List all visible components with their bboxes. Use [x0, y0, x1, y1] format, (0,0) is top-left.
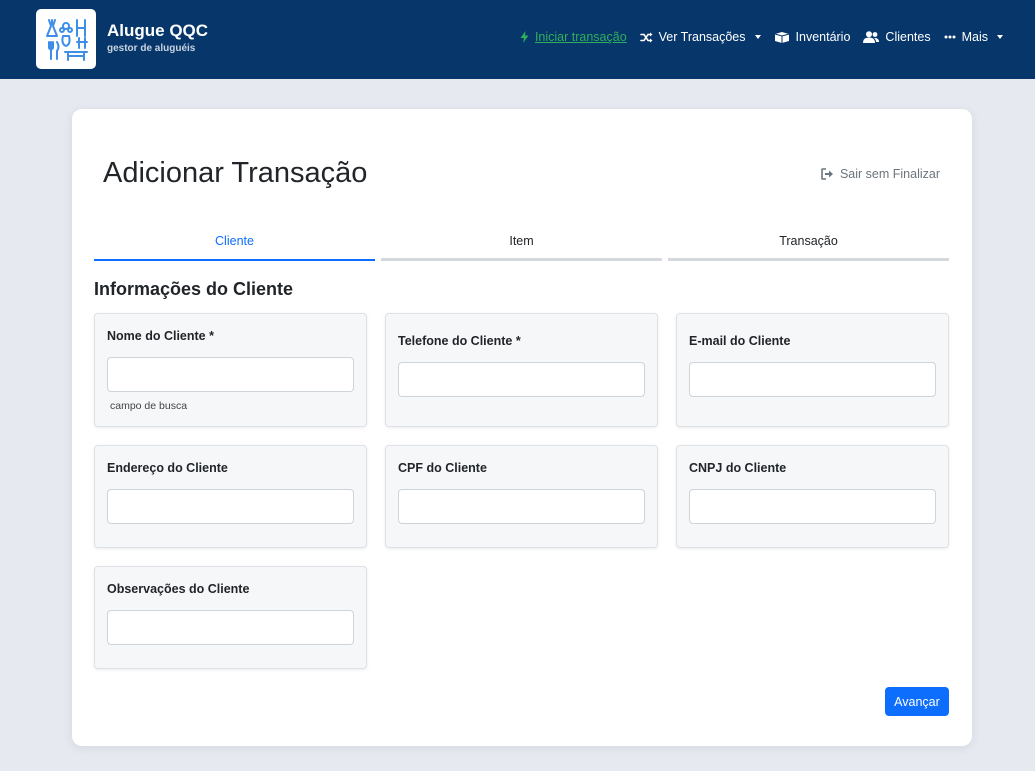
client-email-input[interactable]: [689, 362, 936, 397]
nav-label: Clientes: [885, 30, 931, 44]
boxes-icon: [774, 31, 789, 43]
page-title: Adicionar Transação: [103, 157, 368, 189]
field-help-text: campo de busca: [110, 400, 188, 412]
chevron-down-icon: [997, 35, 1003, 39]
client-phone-input[interactable]: [398, 362, 645, 397]
field-label: Observações do Cliente: [107, 582, 250, 596]
app-title[interactable]: Alugue QQC: [107, 21, 208, 41]
field-label: Endereço do Cliente: [107, 461, 228, 475]
field-card-observacoes: Observações do Cliente: [94, 566, 367, 669]
top-navbar: Alugue QQC gestor de aluguéis Iniciar tr…: [0, 0, 1035, 79]
nav-inventario[interactable]: Inventário: [774, 30, 851, 44]
field-card-cnpj: CNPJ do Cliente: [676, 445, 949, 548]
transaction-card: Adicionar Transação Sair sem Finalizar C…: [72, 109, 972, 746]
field-label: Nome do Cliente *: [107, 329, 214, 343]
field-card-email: E-mail do Cliente: [676, 313, 949, 427]
field-label: CNPJ do Cliente: [689, 461, 787, 475]
exit-without-finishing-link[interactable]: Sair sem Finalizar: [821, 167, 940, 181]
step-tabs: Cliente Item Transação: [94, 231, 949, 261]
chevron-down-icon: [754, 35, 761, 39]
client-cnpj-input[interactable]: [689, 489, 936, 524]
exit-label: Sair sem Finalizar: [839, 167, 940, 181]
tab-transacao[interactable]: Transação: [668, 231, 949, 261]
nav-mais[interactable]: Mais: [944, 30, 1003, 44]
nav-label: Mais: [961, 30, 988, 44]
nav-label: Ver Transações: [658, 30, 746, 44]
ellipsis-icon: [944, 35, 956, 39]
nav-clientes[interactable]: Clientes: [863, 30, 931, 44]
client-name-input[interactable]: [107, 357, 354, 392]
nav-label: Iniciar transação: [534, 30, 627, 44]
tab-item[interactable]: Item: [381, 231, 662, 261]
app-logo[interactable]: [36, 9, 96, 69]
shuffle-icon: [639, 32, 653, 42]
users-icon: [863, 31, 880, 43]
field-label: Telefone do Cliente *: [398, 334, 521, 348]
main-nav: Iniciar transação Ver Transações Inventá…: [520, 30, 1003, 44]
sign-out-icon: [821, 168, 833, 180]
field-card-endereco: Endereço do Cliente: [94, 445, 367, 548]
rental-items-logo-icon: [46, 19, 88, 61]
bolt-icon: [520, 31, 529, 43]
field-label: E-mail do Cliente: [689, 334, 791, 348]
nav-ver-transacoes[interactable]: Ver Transações: [639, 30, 761, 44]
client-address-input[interactable]: [107, 489, 354, 524]
nav-iniciar-transacao[interactable]: Iniciar transação: [520, 30, 627, 44]
client-cpf-input[interactable]: [398, 489, 645, 524]
tab-cliente[interactable]: Cliente: [94, 231, 375, 261]
app-subtitle: gestor de aluguéis: [107, 43, 196, 54]
section-title: Informações do Cliente: [94, 279, 294, 299]
field-card-nome: Nome do Cliente * campo de busca: [94, 313, 367, 427]
field-card-telefone: Telefone do Cliente *: [385, 313, 658, 427]
client-notes-input[interactable]: [107, 610, 354, 645]
field-card-cpf: CPF do Cliente: [385, 445, 658, 548]
field-label: CPF do Cliente: [398, 461, 487, 475]
next-button[interactable]: Avançar: [885, 687, 949, 716]
nav-label: Inventário: [795, 30, 851, 44]
